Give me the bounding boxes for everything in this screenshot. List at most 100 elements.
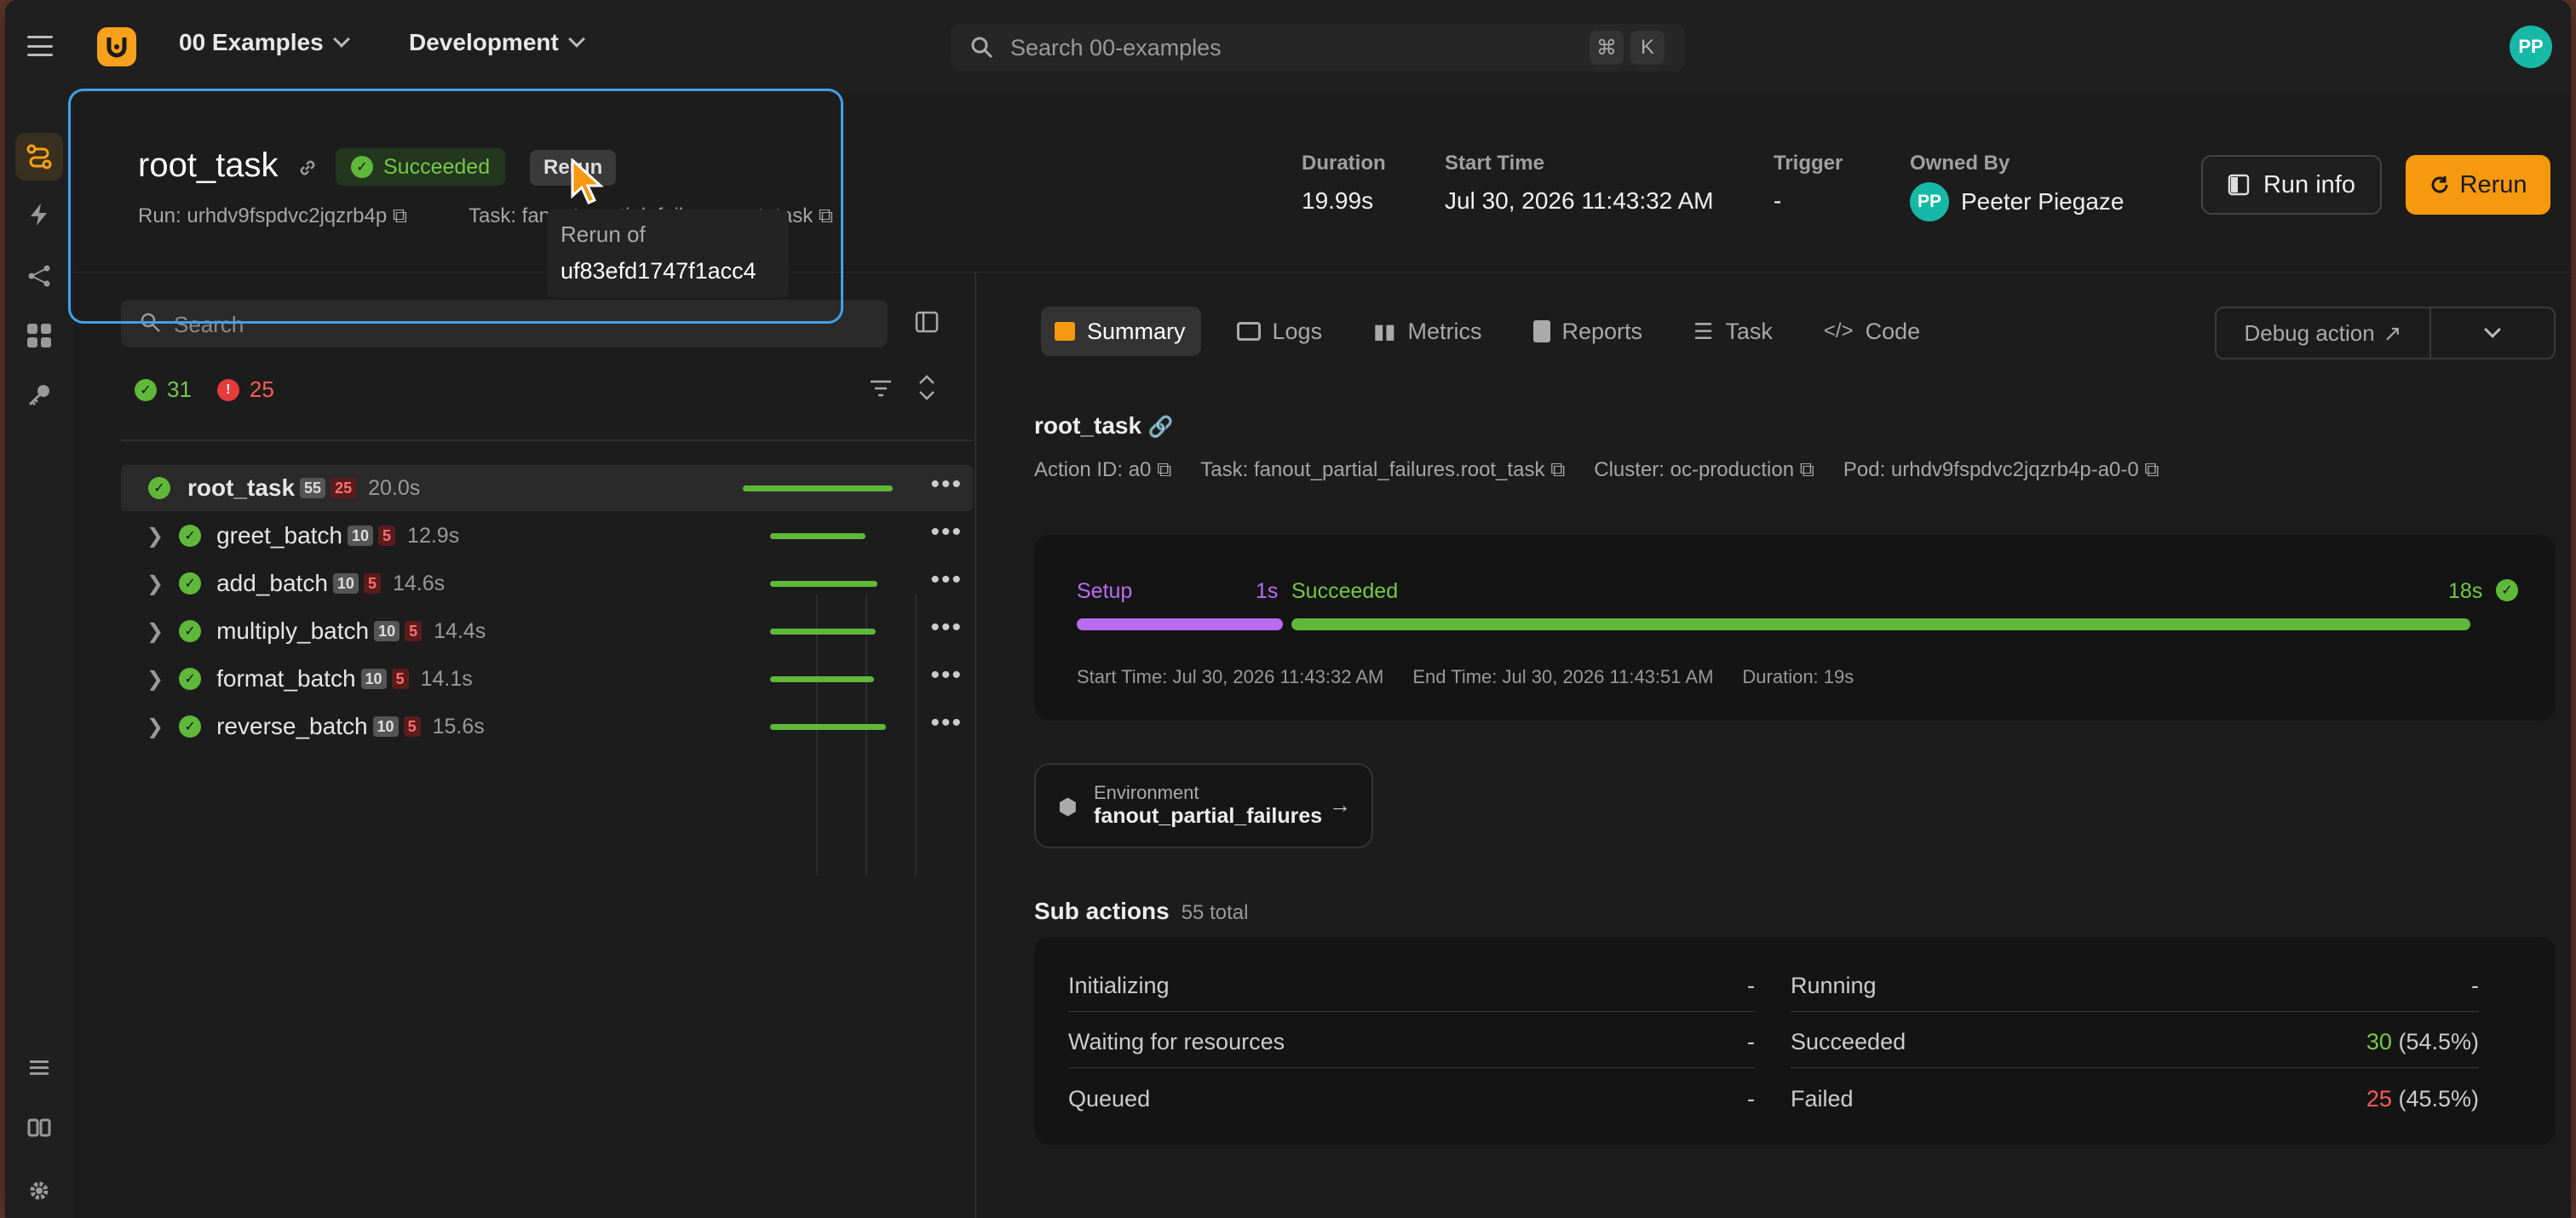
tree-row[interactable]: ❯ ✓ greet_batch 10 5 12.9s ••• (121, 513, 973, 559)
settings-icon[interactable] (24, 1175, 55, 1206)
duration-label: Duration (1302, 152, 1386, 175)
row-name: add_batch (216, 570, 328, 596)
stat-row: Running - (1791, 961, 2479, 1012)
stat-label: Succeeded (1791, 1029, 1906, 1054)
timeline-start: Start Time: Jul 30, 2026 11:43:32 AM (1077, 666, 1384, 687)
chevron-right-icon[interactable]: ❯ (147, 572, 164, 596)
arrow-right-icon: → (1329, 792, 1351, 818)
sub-actions-heading: Sub actions 55 total (1034, 898, 1248, 925)
tree-row[interactable]: ❯ ✓ add_batch 10 5 14.6s ••• (121, 560, 973, 606)
setup-duration: 1s (1256, 579, 1279, 603)
logs-icon (1236, 322, 1261, 341)
setup-bar (1077, 618, 1283, 630)
filter-icon[interactable] (869, 378, 893, 399)
environment-selector[interactable]: Development (409, 29, 585, 56)
failed-count[interactable]: ! 25 (216, 376, 274, 403)
tree-row[interactable]: ❯ ✓ multiply_batch 10 5 14.4s ••• (121, 608, 973, 654)
more-icon[interactable]: ••• (930, 661, 963, 690)
stat-row: Waiting for resources - (1068, 1017, 1755, 1068)
start-meta: Start Time Jul 30, 2026 11:43:32 AM (1445, 152, 1714, 215)
trigger-label: Trigger (1774, 152, 1843, 175)
copy-icon[interactable]: ⧉ (2144, 458, 2159, 481)
more-icon[interactable]: ••• (930, 613, 963, 642)
more-icon[interactable]: ••• (930, 709, 963, 738)
tree-row[interactable]: ❯ ✓ reverse_batch 10 5 15.6s ••• (121, 704, 973, 750)
runs-icon[interactable] (15, 133, 63, 181)
more-icon[interactable]: ••• (930, 470, 963, 499)
expand-collapse-icon[interactable] (917, 373, 937, 402)
chevron-right-icon[interactable]: ❯ (147, 667, 164, 692)
debug-action-button[interactable]: Debug action ↗ (2217, 308, 2431, 358)
tree-row[interactable]: ❯ ✓ format_batch 10 5 14.1s ••• (121, 656, 973, 702)
owner-label: Owned By (1910, 152, 2010, 175)
external-link-icon: ↗ (2383, 319, 2402, 346)
tab-task-label: Task (1725, 318, 1773, 344)
check-circle-icon: ✓ (2496, 579, 2518, 601)
action-id: Action ID: a0 ⧉ (1034, 458, 1171, 482)
copy-icon[interactable]: ⧉ (1157, 458, 1171, 481)
copy-icon[interactable]: ⧉ (1550, 458, 1565, 481)
more-icon[interactable]: ••• (930, 518, 963, 547)
chevron-down-icon (2484, 321, 2501, 338)
stat-label: Queued (1068, 1085, 1151, 1112)
apps-icon[interactable] (24, 320, 55, 351)
tab-logs[interactable]: Logs (1223, 307, 1338, 356)
timeline-end: End Time: Jul 30, 2026 11:43:51 AM (1412, 666, 1714, 687)
tab-summary[interactable]: Summary (1041, 307, 1201, 356)
menu-icon[interactable] (27, 36, 53, 56)
succeeded-label: Succeeded (1291, 579, 1399, 603)
stat-value: - (1747, 973, 1755, 998)
chevron-down-icon (332, 31, 350, 48)
chevron-down-icon (567, 31, 585, 48)
row-err-count: 5 (403, 716, 421, 737)
run-info-button[interactable]: Run info (2201, 155, 2382, 215)
tree-row-root[interactable]: ✓ root_task 55 25 20.0s ••• (121, 465, 973, 511)
timeline-duration: Duration: 19s (1742, 666, 1854, 687)
cluster-attr-text: Cluster: oc-production (1594, 458, 1795, 481)
chevron-right-icon[interactable]: ❯ (147, 524, 164, 549)
more-icon[interactable]: ••• (930, 566, 963, 595)
chevron-right-icon[interactable]: ❯ (147, 619, 164, 644)
link-icon[interactable]: 🔗 (1148, 416, 1174, 439)
book-icon[interactable] (24, 1112, 55, 1143)
lightning-icon[interactable] (24, 199, 55, 230)
global-search[interactable]: Search 00-examples ⌘ K (951, 24, 1685, 72)
environment-card[interactable]: ⬢ Environment fanout_partial_failures → (1034, 763, 1373, 848)
action-tree-panel: Search ✓ 31 ! 25 ✓ root_task 55 25 20.0s •… (73, 273, 976, 1218)
tab-metrics[interactable]: ▮▮ Metrics (1360, 307, 1497, 356)
list-icon[interactable] (24, 1053, 55, 1083)
tab-reports[interactable]: Reports (1520, 307, 1659, 356)
row-err-count: 5 (363, 573, 381, 594)
chevron-right-icon[interactable]: ❯ (147, 715, 164, 739)
debug-dropdown-button[interactable] (2431, 308, 2554, 358)
environment-value: fanout_partial_failures (1094, 804, 1323, 828)
user-avatar[interactable]: PP (2510, 26, 2552, 68)
cluster-attr: Cluster: oc-production ⧉ (1594, 458, 1814, 482)
key-icon[interactable] (24, 380, 55, 411)
row-name: multiply_batch (216, 618, 370, 644)
timeline-card: Setup 1s Succeeded 18s ✓ Start Time: Jul… (1034, 535, 2556, 721)
pod-attr-text: Pod: urhdv9fspdvc2jqzrb4p-a0-0 (1843, 458, 2139, 481)
stat-count: 25 (2366, 1085, 2392, 1112)
trigger-value: - (1774, 187, 1782, 214)
search-icon (971, 37, 993, 59)
owner-avatar: PP (1910, 182, 1949, 221)
environment-label: Development (409, 29, 559, 55)
duration-bar (770, 676, 874, 682)
tab-task[interactable]: ☰ Task (1680, 307, 1788, 356)
stat-count: 30 (2366, 1029, 2392, 1054)
tab-code[interactable]: </> Code (1810, 307, 1935, 356)
panel-icon (2228, 174, 2250, 196)
share-icon[interactable] (24, 261, 55, 291)
succeeded-count[interactable]: ✓ 31 (135, 376, 192, 403)
project-selector[interactable]: 00 Examples (179, 29, 350, 56)
sidebar-toggle-icon[interactable] (915, 310, 939, 334)
row-duration: 14.1s (420, 666, 473, 691)
tab-code-label: Code (1865, 318, 1921, 344)
copy-icon[interactable]: ⧉ (1800, 458, 1814, 481)
stat-percent: (45.5%) (2398, 1085, 2479, 1112)
detail-panel: Summary Logs ▮▮ Metrics Reports ☰ Task </>… (978, 273, 2571, 1218)
owner-name: Peeter Piegaze (1961, 188, 2125, 215)
app-logo[interactable] (97, 27, 136, 66)
rerun-button[interactable]: Rerun (2406, 155, 2550, 215)
